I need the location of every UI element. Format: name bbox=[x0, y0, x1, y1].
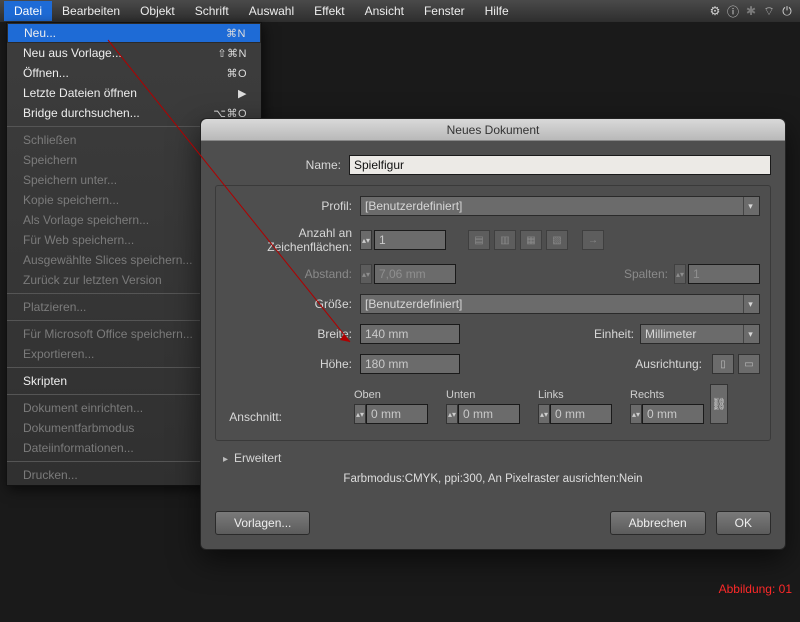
chevron-down-icon: ▾ bbox=[743, 295, 757, 313]
unit-select[interactable]: Millimeter▾ bbox=[640, 324, 760, 344]
mode-info: Farbmodus:CMYK, ppi:300, An Pixelraster … bbox=[215, 473, 771, 485]
menu-hilfe[interactable]: Hilfe bbox=[475, 1, 519, 21]
grid-col-icon: ▥ bbox=[494, 230, 516, 250]
tray-icon[interactable]: ⚙ bbox=[706, 4, 724, 18]
menu-item-label: Neu... bbox=[24, 26, 226, 40]
menu-bearbeiten[interactable]: Bearbeiten bbox=[52, 1, 130, 21]
bluetooth-icon[interactable]: ✱ bbox=[742, 4, 760, 18]
menu-item-label: Neu aus Vorlage... bbox=[23, 46, 217, 60]
label-spacing: Abstand: bbox=[226, 267, 360, 281]
menu-item[interactable]: Neu aus Vorlage...⇧⌘N bbox=[7, 43, 261, 63]
orientation-portrait-icon[interactable]: ▯ bbox=[712, 354, 734, 374]
advanced-disclosure[interactable]: Erweitert bbox=[223, 451, 771, 465]
link-bleed-icon[interactable]: ⛓ bbox=[710, 384, 728, 424]
label-left: Links bbox=[538, 389, 612, 401]
label-columns: Spalten: bbox=[624, 267, 674, 281]
columns-stepper: ▴▾ bbox=[674, 264, 686, 284]
menu-objekt[interactable]: Objekt bbox=[130, 1, 185, 21]
menu-item-label: Bridge durchsuchen... bbox=[23, 106, 213, 120]
label-bottom: Unten bbox=[446, 389, 520, 401]
size-select[interactable]: [Benutzerdefiniert]▾ bbox=[360, 294, 760, 314]
wifi-icon[interactable]: ⌔ bbox=[760, 4, 778, 19]
label-unit: Einheit: bbox=[594, 327, 640, 341]
label-top: Oben bbox=[354, 389, 428, 401]
label-name: Name: bbox=[215, 158, 349, 172]
figure-caption: Abbildung: 01 bbox=[719, 582, 792, 596]
label-width: Breite: bbox=[226, 327, 360, 341]
bleed-top-input[interactable] bbox=[366, 404, 428, 424]
templates-button[interactable]: Vorlagen... bbox=[215, 511, 310, 535]
tray-icon[interactable]: ⓘ bbox=[724, 3, 742, 20]
name-input[interactable] bbox=[349, 155, 771, 175]
artboards-input[interactable] bbox=[374, 230, 446, 250]
label-height: Höhe: bbox=[226, 357, 360, 371]
menu-item-label: Öffnen... bbox=[23, 66, 226, 80]
label-bleed: Anschnitt: bbox=[226, 410, 290, 424]
menu-shortcut: ⌘O bbox=[226, 67, 247, 80]
bleed-right-input[interactable] bbox=[642, 404, 704, 424]
orientation-landscape-icon[interactable]: ▭ bbox=[738, 354, 760, 374]
artboards-stepper[interactable]: ▴▾ bbox=[360, 230, 372, 250]
menu-datei[interactable]: Datei bbox=[4, 1, 52, 21]
label-orientation: Ausrichtung: bbox=[635, 357, 708, 371]
power-icon[interactable]: ⏻ bbox=[778, 4, 796, 19]
menu-item[interactable]: Öffnen...⌘O bbox=[7, 63, 261, 83]
dialog-title: Neues Dokument bbox=[201, 119, 785, 141]
menu-effekt[interactable]: Effekt bbox=[304, 1, 354, 21]
menu-shortcut: ⌘N bbox=[226, 27, 246, 40]
profile-select[interactable]: [Benutzerdefiniert]▾ bbox=[360, 196, 760, 216]
menu-bar: Datei Bearbeiten Objekt Schrift Auswahl … bbox=[0, 0, 800, 22]
height-input[interactable] bbox=[360, 354, 460, 374]
label-profile: Profil: bbox=[226, 199, 360, 213]
spacing-stepper: ▴▾ bbox=[360, 264, 372, 284]
menu-schrift[interactable]: Schrift bbox=[185, 1, 239, 21]
grid-z-icon: ▦ bbox=[520, 230, 542, 250]
chevron-down-icon: ▾ bbox=[743, 325, 757, 343]
menu-item-label: Letzte Dateien öffnen bbox=[23, 86, 238, 100]
label-right: Rechts bbox=[630, 389, 704, 401]
bleed-left-input[interactable] bbox=[550, 404, 612, 424]
settings-panel: Profil: [Benutzerdefiniert]▾ Anzahl an Z… bbox=[215, 185, 771, 441]
label-size: Größe: bbox=[226, 297, 360, 311]
spacing-input bbox=[374, 264, 456, 284]
menu-shortcut: ▶ bbox=[238, 87, 247, 100]
menu-ansicht[interactable]: Ansicht bbox=[355, 1, 414, 21]
menu-auswahl[interactable]: Auswahl bbox=[239, 1, 304, 21]
bleed-bottom-input[interactable] bbox=[458, 404, 520, 424]
menu-shortcut: ⇧⌘N bbox=[217, 47, 247, 60]
arrow-right-icon: → bbox=[582, 230, 604, 250]
columns-input bbox=[688, 264, 760, 284]
cancel-button[interactable]: Abbrechen bbox=[610, 511, 706, 535]
menu-fenster[interactable]: Fenster bbox=[414, 1, 475, 21]
grid-row-icon: ▤ bbox=[468, 230, 490, 250]
menu-item[interactable]: Neu...⌘N bbox=[7, 23, 261, 43]
width-input[interactable] bbox=[360, 324, 460, 344]
grid-rev-icon: ▧ bbox=[546, 230, 568, 250]
label-artboards: Anzahl an Zeichenflächen: bbox=[226, 226, 360, 254]
ok-button[interactable]: OK bbox=[716, 511, 771, 535]
new-document-dialog: Neues Dokument Name: Profil: [Benutzerde… bbox=[200, 118, 786, 550]
menu-item[interactable]: Letzte Dateien öffnen▶ bbox=[7, 83, 261, 103]
chevron-down-icon: ▾ bbox=[743, 197, 757, 215]
